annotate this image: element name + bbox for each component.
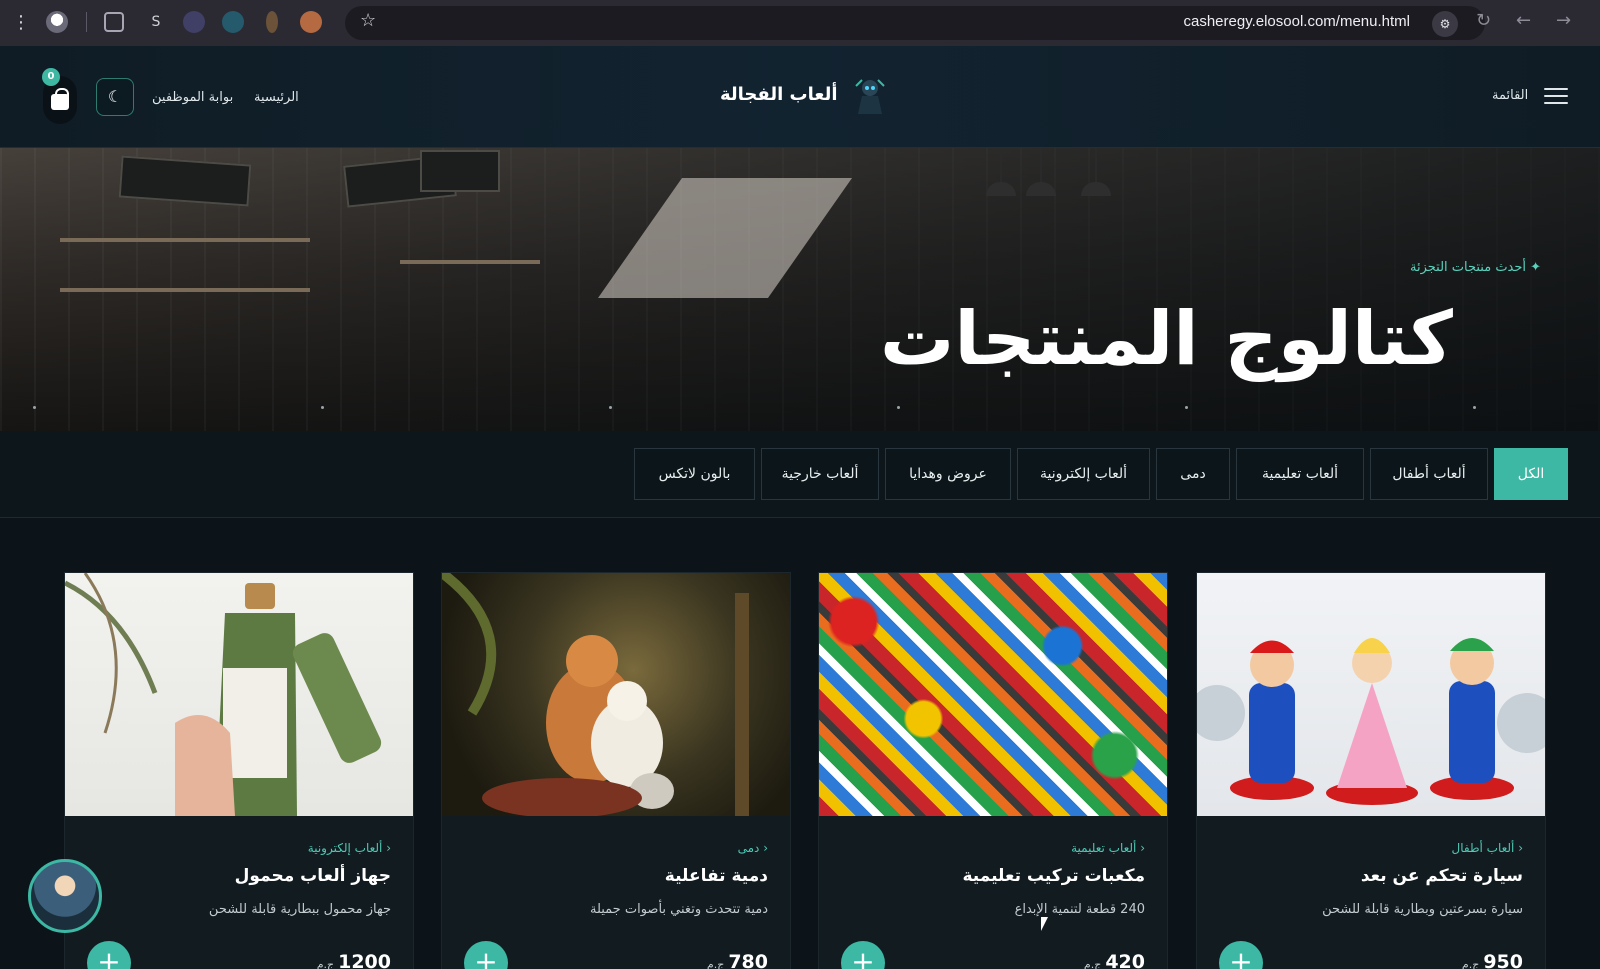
nav-link-staff-portal[interactable]: بوابة الموظفين — [152, 90, 233, 105]
nav-link-home[interactable]: الرئيسية — [254, 90, 299, 105]
site-settings-icon[interactable]: ⚙ — [1432, 11, 1458, 37]
cart-count-badge: 0 — [42, 68, 60, 86]
product-category[interactable]: ‹ ألعاب تعليمية — [1071, 841, 1145, 855]
tab-latex-balloons[interactable]: بالون لاتكس — [634, 448, 755, 500]
price-value: 1200 — [338, 951, 391, 969]
extension-fish-icon[interactable] — [222, 11, 244, 33]
price-currency: ج.م — [316, 958, 335, 969]
pendant-lamp-decor — [1081, 148, 1111, 196]
product-category[interactable]: ‹ ألعاب إلكترونية — [308, 841, 391, 855]
price-value: 950 — [1483, 951, 1523, 969]
product-price: 1200ج.م — [317, 951, 391, 969]
brand-name[interactable]: ألعاب الفجالة — [720, 84, 838, 105]
tab-electronic-toys[interactable]: ألعاب إلكترونية — [1017, 448, 1150, 500]
shopping-bag-icon — [51, 88, 69, 110]
price-currency: ج.م — [706, 958, 725, 969]
tab-offers-gifts[interactable]: عروض وهدايا — [885, 448, 1011, 500]
page-title: كتالوج المنتجات — [880, 296, 1453, 382]
extension-cookie-icon[interactable] — [300, 11, 322, 33]
tab-outdoor-toys[interactable]: ألعاب خارجية — [761, 448, 879, 500]
product-description: سيارة بسرعتين وبطارية قابلة للشحن — [1322, 902, 1523, 917]
category-tabs: الكل ألعاب أطفال ألعاب تعليمية دمى ألعاب… — [0, 431, 1600, 518]
tab-educational-toys[interactable]: ألعاب تعليمية — [1236, 448, 1364, 500]
product-category[interactable]: ‹ ألعاب أطفال — [1452, 841, 1524, 855]
menu-board-decor — [118, 155, 252, 207]
url-text[interactable]: casheregy.elosool.com/menu.html — [1184, 13, 1411, 30]
browser-menu-icon[interactable]: ⋮ — [12, 12, 30, 34]
product-image[interactable] — [442, 573, 790, 816]
price-currency: ج.م — [1461, 958, 1480, 969]
add-to-cart-button[interactable]: + — [841, 941, 885, 969]
pendant-lamp-decor — [1026, 148, 1056, 196]
extension-wizard-icon[interactable] — [183, 11, 205, 33]
reload-icon[interactable]: ↻ — [1476, 10, 1491, 31]
add-to-cart-button[interactable]: + — [1219, 941, 1263, 969]
shelf-decor — [60, 288, 310, 292]
hero-dot — [321, 406, 324, 409]
brand-logo-icon[interactable] — [854, 78, 886, 116]
product-title[interactable]: مكعبات تركيب تعليمية — [962, 866, 1145, 886]
add-to-cart-button[interactable]: + — [87, 941, 131, 969]
add-to-cart-button[interactable]: + — [464, 941, 508, 969]
product-price: 950ج.م — [1462, 951, 1523, 969]
product-title[interactable]: جهاز ألعاب محمول — [235, 866, 391, 886]
pendant-lamp-decor — [986, 148, 1016, 196]
price-currency: ج.م — [1083, 958, 1102, 969]
product-title[interactable]: سيارة تحكم عن بعد — [1361, 866, 1523, 886]
toolbar-divider — [86, 12, 87, 32]
dark-mode-toggle[interactable]: ☾ — [96, 78, 134, 116]
hero-dot — [897, 406, 900, 409]
product-price: 420ج.م — [1084, 951, 1145, 969]
staircase-decor — [597, 178, 853, 298]
back-arrow-icon[interactable]: ← — [1516, 10, 1531, 31]
tab-kids-toys[interactable]: ألعاب أطفال — [1370, 448, 1488, 500]
mouse-cursor-icon — [1041, 917, 1048, 931]
extension-s-icon[interactable]: S — [145, 11, 167, 33]
hero-tag: ✦ أحدث منتجات التجزئة — [1410, 260, 1542, 275]
menu-board-decor — [420, 150, 500, 192]
hamburger-menu-icon[interactable] — [1544, 88, 1568, 104]
product-image[interactable] — [1197, 573, 1545, 816]
product-title[interactable]: دمية تفاعلية — [665, 866, 768, 886]
cats-painting-image — [442, 573, 749, 816]
product-card[interactable]: ‹ ألعاب إلكترونية جهاز ألعاب محمول جهاز … — [64, 572, 414, 969]
menu-label[interactable]: القائمة — [1492, 88, 1528, 103]
hero-dot — [33, 406, 36, 409]
product-card[interactable]: ‹ ألعاب تعليمية مكعبات تركيب تعليمية 240… — [818, 572, 1168, 969]
product-card[interactable]: ‹ دمى دمية تفاعلية دمية تتحدث وتغني بأصو… — [441, 572, 791, 969]
tab-dolls[interactable]: دمى — [1156, 448, 1230, 500]
hero-dot — [609, 406, 612, 409]
hero-banner: ✦ أحدث منتجات التجزئة كتالوج المنتجات — [0, 148, 1600, 431]
extensions-icon[interactable] — [104, 12, 124, 32]
site-header: 0 ☾ بوابة الموظفين الرئيسية ألعاب الفجال… — [0, 46, 1600, 148]
product-description: جهاز محمول ببطارية قابلة للشحن — [208, 902, 391, 917]
profile-avatar-icon[interactable] — [46, 11, 68, 33]
product-description: دمية تتحدث وتغني بأصوات جميلة — [589, 902, 768, 917]
product-image[interactable] — [65, 573, 413, 816]
product-image[interactable] — [819, 573, 1167, 816]
price-value: 780 — [728, 951, 768, 969]
product-card[interactable]: ‹ ألعاب أطفال سيارة تحكم عن بعد سيارة بس… — [1196, 572, 1546, 969]
product-category[interactable]: ‹ دمى — [738, 841, 768, 855]
tab-all[interactable]: الكل — [1494, 448, 1568, 500]
shelf-decor — [400, 260, 540, 264]
price-value: 420 — [1105, 951, 1145, 969]
mario-figures-image — [1197, 638, 1545, 805]
product-description: 240 قطعة لتنمية الإبداع — [1014, 902, 1145, 917]
bookmark-star-icon[interactable]: ☆ — [360, 10, 376, 31]
shampoo-bottle-image — [65, 573, 382, 816]
product-price: 780ج.م — [707, 951, 768, 969]
forward-arrow-icon[interactable]: → — [1556, 10, 1571, 31]
extension-figure-icon[interactable] — [266, 11, 278, 33]
hero-dot — [1185, 406, 1188, 409]
browser-toolbar: ⋮ S ☆ casheregy.elosool.com/menu.html ⚙ … — [0, 0, 1600, 46]
support-chat-avatar[interactable] — [28, 859, 102, 933]
hero-dot — [1473, 406, 1476, 409]
shelf-decor — [60, 238, 310, 242]
